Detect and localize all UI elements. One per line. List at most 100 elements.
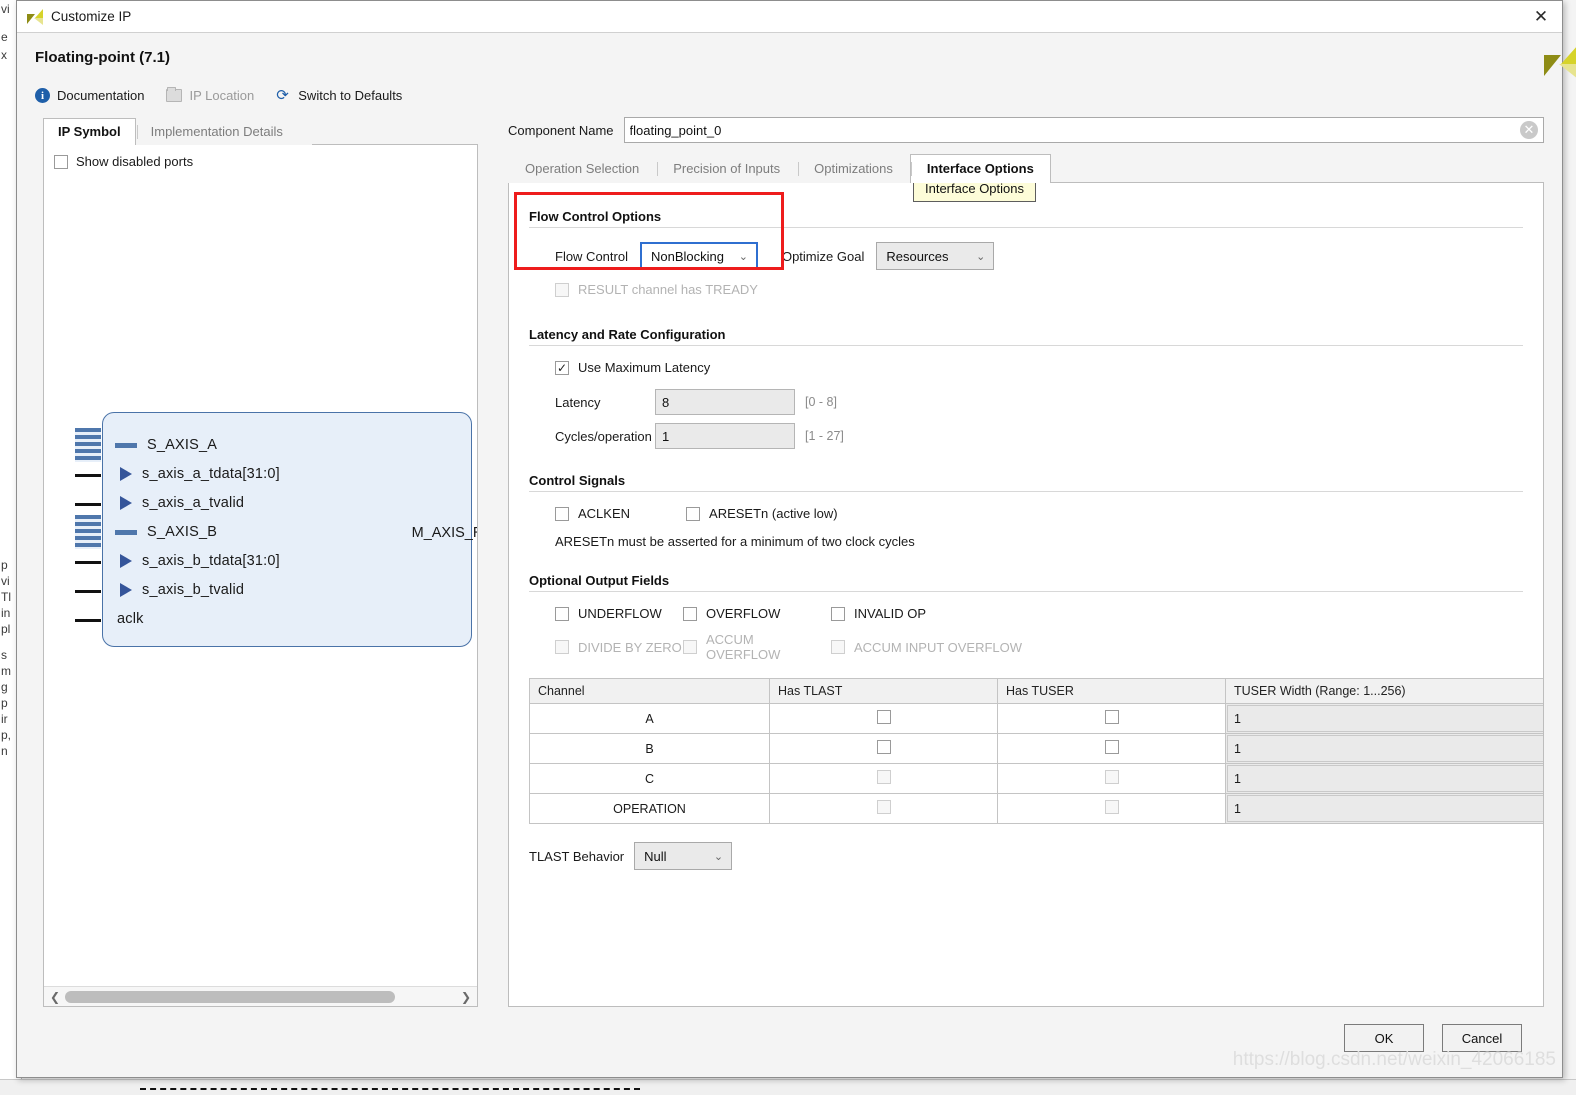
scrollbar-thumb[interactable] xyxy=(65,990,395,1003)
port-label: S_AXIS_A xyxy=(147,437,218,453)
scrollbar-track[interactable] xyxy=(63,990,458,1003)
divide-by-zero-checkbox-label[interactable]: DIVIDE BY ZERO xyxy=(555,640,683,655)
clear-icon[interactable]: ✕ xyxy=(1520,121,1538,139)
aclken-checkbox[interactable] xyxy=(555,506,569,521)
cell-tuser-width[interactable]: 1 xyxy=(1225,763,1543,794)
cell-tuser-width[interactable]: 1 xyxy=(1225,733,1543,764)
has-tlast-checkbox[interactable] xyxy=(876,770,891,784)
accum-input-overflow-checkbox-label[interactable]: ACCUM INPUT OVERFLOW xyxy=(831,640,1022,655)
background-text-fragment: x xyxy=(1,48,7,62)
symbol-horizontal-scrollbar[interactable]: ❮ ❯ xyxy=(44,986,477,1006)
cell-has-tlast[interactable] xyxy=(769,763,998,794)
close-icon[interactable]: ✕ xyxy=(1526,4,1556,30)
latency-row: Latency 8 [0 - 8] xyxy=(529,389,1523,415)
has-tuser-checkbox[interactable] xyxy=(1104,740,1119,754)
documentation-link[interactable]: i Documentation xyxy=(35,88,144,103)
aresetn-checkbox-label[interactable]: ARESETn (active low) xyxy=(686,506,838,521)
background-text-fragment: p, xyxy=(1,728,12,742)
column-channel: Channel xyxy=(529,678,770,704)
tab-operation-selection[interactable]: Operation Selection xyxy=(508,154,656,184)
tlast-behavior-select[interactable]: Null ⌄ xyxy=(634,842,733,870)
divide-by-zero-checkbox[interactable] xyxy=(555,640,569,654)
component-name-input[interactable] xyxy=(623,117,1544,143)
has-tlast-checkbox[interactable] xyxy=(876,800,891,814)
background-text-fragment: g xyxy=(1,680,8,694)
cell-has-tlast[interactable] xyxy=(769,793,998,824)
result-tready-checkbox-label[interactable]: RESULT channel has TREADY xyxy=(555,282,758,297)
aclken-checkbox-label[interactable]: ACLKEN xyxy=(555,506,630,521)
signal-arrow-icon xyxy=(120,467,132,481)
show-disabled-ports-row: Show disabled ports xyxy=(44,145,477,169)
accum-input-overflow-checkbox[interactable] xyxy=(831,640,845,654)
cell-has-tuser[interactable] xyxy=(997,703,1226,734)
cell-tuser-width[interactable]: 1 xyxy=(1225,793,1543,824)
background-text-fragment: vi xyxy=(1,574,10,588)
bus-connector-icon xyxy=(75,428,101,462)
dialog-body: IP Symbol Implementation Details Show di… xyxy=(17,103,1562,1007)
cell-has-tlast[interactable] xyxy=(769,703,998,734)
tuser-width-input[interactable]: 1 xyxy=(1227,795,1543,822)
switch-to-defaults-link[interactable]: ⟳ Switch to Defaults xyxy=(276,88,403,104)
switch-to-defaults-label: Switch to Defaults xyxy=(298,88,403,103)
port-label: S_AXIS_B xyxy=(147,524,218,540)
result-tready-label: RESULT channel has TREADY xyxy=(578,282,758,297)
flow-control-label: Flow Control xyxy=(555,248,628,264)
has-tuser-checkbox[interactable] xyxy=(1104,800,1119,814)
use-max-latency-checkbox[interactable] xyxy=(555,360,569,375)
tuser-width-input[interactable]: 1 xyxy=(1227,765,1543,792)
component-name-row: Component Name ✕ xyxy=(508,117,1544,143)
has-tuser-checkbox[interactable] xyxy=(1104,770,1119,784)
cell-tuser-width[interactable]: 1 xyxy=(1225,703,1543,734)
watermark: https://blog.csdn.net/weixin_42066185 xyxy=(1232,1049,1556,1070)
optimize-goal-label: Optimize Goal xyxy=(781,248,865,264)
tuser-width-input[interactable]: 1 xyxy=(1227,735,1543,762)
cell-has-tuser[interactable] xyxy=(997,793,1226,824)
tlast-behavior-row: TLAST Behavior Null ⌄ xyxy=(529,842,1523,870)
tab-precision-of-inputs[interactable]: Precision of Inputs xyxy=(656,154,797,184)
cell-has-tuser[interactable] xyxy=(997,763,1226,794)
section-latency-rate-configuration: Latency and Rate Configuration Use Maxim… xyxy=(529,327,1523,449)
use-max-latency-checkbox-label[interactable]: Use Maximum Latency xyxy=(555,360,710,375)
section-rule xyxy=(529,227,1523,228)
bus-connector-icon xyxy=(75,515,101,549)
latency-input[interactable]: 8 xyxy=(655,389,795,415)
port-s-axis-b-tdata: s_axis_b_tdata[31:0] xyxy=(75,551,280,571)
has-tlast-checkbox[interactable] xyxy=(876,710,891,724)
tuser-width-input[interactable]: 1 xyxy=(1227,705,1543,732)
underflow-checkbox[interactable] xyxy=(555,606,569,621)
ok-button[interactable]: OK xyxy=(1344,1024,1424,1052)
invalid-op-checkbox-label[interactable]: INVALID OP xyxy=(831,606,926,621)
optimize-goal-select[interactable]: Resources ⌄ xyxy=(876,242,995,270)
tab-interface-options[interactable]: Interface Options xyxy=(909,154,1051,184)
invalid-op-checkbox[interactable] xyxy=(831,606,845,621)
cell-channel: OPERATION xyxy=(529,793,770,824)
scroll-right-arrow-icon[interactable]: ❯ xyxy=(458,990,474,1004)
ip-location-link[interactable]: IP Location xyxy=(166,87,254,103)
port-s-axis-b: S_AXIS_B xyxy=(75,515,218,549)
chevron-down-icon: ⌄ xyxy=(976,249,986,263)
has-tlast-checkbox[interactable] xyxy=(876,740,891,754)
aresetn-checkbox[interactable] xyxy=(686,506,701,521)
column-tuser-width: TUSER Width (Range: 1...256) xyxy=(1225,678,1543,704)
section-rule xyxy=(529,491,1523,492)
background-text-fragment: vi xyxy=(1,2,10,16)
tab-implementation-details[interactable]: Implementation Details xyxy=(136,118,298,146)
tab-ip-symbol[interactable]: IP Symbol xyxy=(43,118,136,146)
flow-control-select[interactable]: NonBlocking ⌄ xyxy=(639,242,758,270)
component-name-label: Component Name xyxy=(508,122,614,138)
scroll-left-arrow-icon[interactable]: ❮ xyxy=(47,990,63,1004)
underflow-checkbox-label[interactable]: UNDERFLOW xyxy=(555,606,683,621)
invalid-op-label: INVALID OP xyxy=(854,606,927,621)
overflow-checkbox[interactable] xyxy=(683,606,697,621)
cycles-input[interactable]: 1 xyxy=(655,423,795,449)
accum-overflow-checkbox[interactable] xyxy=(683,640,697,654)
cell-has-tuser[interactable] xyxy=(997,733,1226,764)
accum-overflow-checkbox-label[interactable]: ACCUM OVERFLOW xyxy=(683,632,831,662)
show-disabled-ports-checkbox[interactable] xyxy=(54,154,68,169)
result-tready-checkbox[interactable] xyxy=(555,282,569,297)
overflow-checkbox-label[interactable]: OVERFLOW xyxy=(683,606,831,621)
tab-optimizations[interactable]: Optimizations xyxy=(797,154,910,184)
cancel-button[interactable]: Cancel xyxy=(1442,1024,1522,1052)
cell-has-tlast[interactable] xyxy=(769,733,998,764)
has-tuser-checkbox[interactable] xyxy=(1104,710,1119,724)
